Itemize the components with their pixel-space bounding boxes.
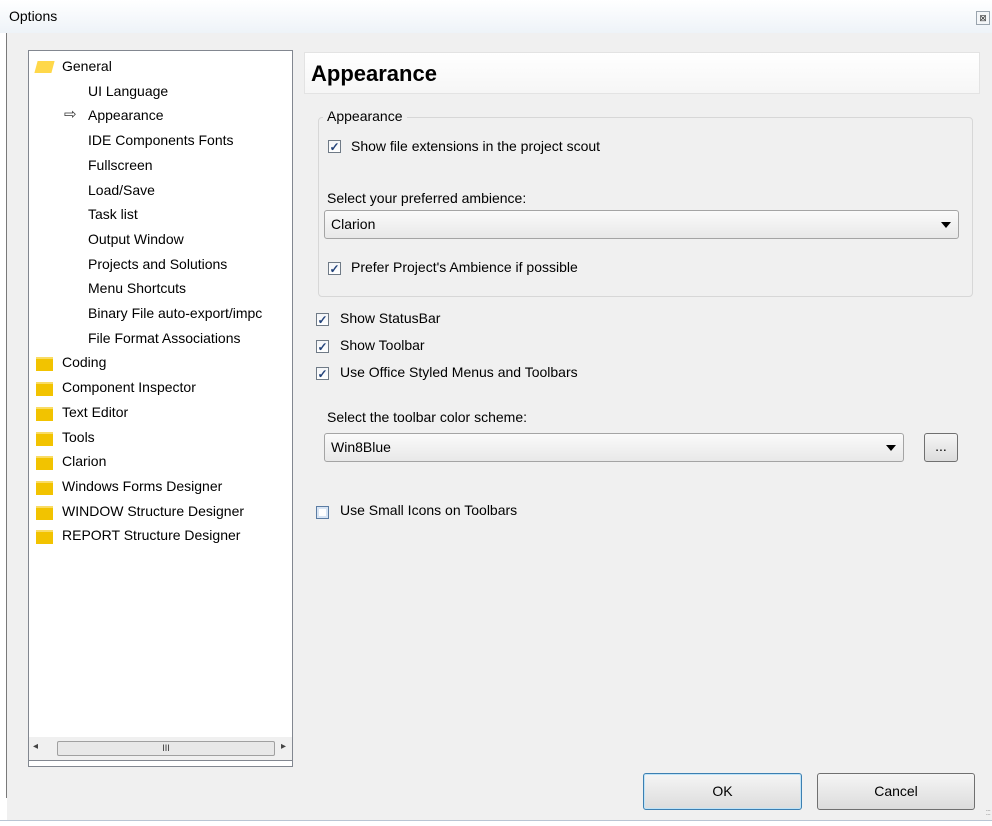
tree-item-label: REPORT Structure Designer — [62, 527, 241, 544]
chevron-down-icon — [941, 222, 951, 228]
scrollbar-thumb[interactable]: III — [57, 741, 275, 756]
tree-item-label: Component Inspector — [62, 379, 196, 396]
tree-item-label: Coding — [62, 354, 107, 371]
tree-item[interactable]: Coding — [29, 351, 292, 373]
tree-item[interactable]: General — [29, 55, 292, 77]
tree-item[interactable]: Projects and Solutions — [29, 253, 292, 275]
tree-item[interactable]: WINDOW Structure Designer — [29, 500, 292, 522]
tree-item-label: Appearance — [88, 107, 164, 124]
window-title: Options — [9, 8, 58, 24]
close-icon[interactable]: ⊠ — [976, 11, 990, 25]
tree-item-label: Task list — [88, 206, 138, 223]
tree-item[interactable]: File Format Associations — [29, 327, 292, 349]
ambience-select[interactable]: Clarion — [324, 210, 959, 239]
tree-item-label: Binary File auto-export/impc — [88, 305, 263, 321]
tree-item[interactable]: Tools — [29, 426, 292, 448]
tree-item[interactable]: Fullscreen — [29, 154, 292, 176]
scroll-right-arrow-icon[interactable]: ▸ — [281, 741, 286, 752]
folder-icon — [36, 480, 53, 495]
color-scheme-label: Select the toolbar color scheme: — [327, 409, 527, 425]
tree-item-label: UI Language — [88, 82, 169, 99]
office-styled-menus-checkbox[interactable]: ✓ — [316, 367, 329, 381]
tree-item-label: Tools — [62, 428, 95, 445]
color-scheme-select[interactable]: Win8Blue — [324, 433, 904, 462]
title-bar: Options ⊠ — [0, 0, 992, 33]
folder-open-icon — [34, 61, 55, 73]
color-scheme-select-value: Win8Blue — [331, 439, 391, 455]
options-tree[interactable]: General UI Language ⇨ Appearance IDE Compone… — [28, 50, 293, 767]
tree-item[interactable]: Windows Forms Designer — [29, 475, 292, 497]
tree-item-label: WINDOW Structure Designer — [62, 502, 245, 519]
appearance-group-label: Appearance — [323, 108, 407, 124]
ok-button[interactable]: OK — [643, 773, 802, 810]
cancel-button[interactable]: Cancel — [817, 773, 975, 810]
tree-item-label: Load/Save — [88, 181, 155, 198]
tree-item[interactable]: Output Window — [29, 228, 292, 250]
tree-item[interactable]: REPORT Structure Designer — [29, 524, 292, 546]
tree-item-label: Menu Shortcuts — [88, 280, 187, 297]
tree-item[interactable]: Clarion — [29, 450, 292, 472]
tree-item-label: Text Editor — [62, 403, 129, 420]
tree-item-label: File Format Associations — [88, 329, 241, 346]
folder-icon — [36, 456, 53, 471]
scroll-left-arrow-icon[interactable]: ◂ — [33, 741, 38, 752]
show-extensions-checkbox[interactable]: ✓ — [328, 140, 341, 154]
small-icons-label: Use Small Icons on Toolbars — [340, 502, 518, 518]
tree-item-label: General — [62, 58, 112, 74]
folder-icon — [36, 357, 53, 372]
window-frame-left — [0, 33, 7, 825]
show-toolbar-label: Show Toolbar — [340, 337, 425, 353]
tree-item[interactable]: UI Language — [29, 80, 292, 102]
page-title: Appearance — [304, 52, 980, 94]
tree-item[interactable]: Load/Save — [29, 179, 292, 201]
tree-item[interactable]: IDE Components Fonts — [29, 129, 292, 151]
show-statusbar-label: Show StatusBar — [340, 310, 441, 326]
tree-horizontal-scrollbar[interactable]: ◂ III ▸ — [28, 737, 293, 761]
tree-item-label: Fullscreen — [88, 156, 153, 173]
folder-icon — [36, 505, 53, 520]
prefer-project-ambience-checkbox[interactable]: ✓ — [328, 262, 341, 276]
tree-item[interactable]: Menu Shortcuts — [29, 277, 292, 299]
ambience-select-value: Clarion — [331, 216, 376, 232]
ambience-label: Select your preferred ambience: — [327, 190, 527, 206]
show-toolbar-checkbox[interactable]: ✓ — [316, 340, 329, 354]
tree-item[interactable]: Component Inspector — [29, 376, 292, 398]
small-icons-checkbox[interactable] — [316, 506, 329, 519]
chevron-down-icon — [886, 445, 896, 451]
tree-item[interactable]: ⇨ Appearance — [29, 104, 292, 126]
folder-icon — [36, 406, 53, 421]
show-statusbar-checkbox[interactable]: ✓ — [316, 313, 329, 327]
tree-item-label: Windows Forms Designer — [62, 477, 223, 494]
tree-item-label: Output Window — [88, 230, 184, 247]
tree-item[interactable]: Text Editor — [29, 401, 292, 423]
tree-item-label: Clarion — [62, 453, 107, 470]
resize-grip-icon[interactable]: ::: — [985, 807, 990, 817]
folder-icon — [36, 530, 53, 545]
prefer-project-ambience-label: Prefer Project's Ambience if possible — [351, 259, 578, 275]
color-scheme-browse-button[interactable]: ... — [924, 433, 958, 462]
folder-icon — [36, 431, 53, 446]
show-extensions-label: Show file extensions in the project scou… — [351, 138, 601, 154]
folder-icon — [36, 382, 53, 397]
tree-item[interactable]: Binary File auto-export/impc — [29, 302, 292, 324]
tree-item[interactable]: Task list — [29, 203, 292, 225]
office-styled-menus-label: Use Office Styled Menus and Toolbars — [340, 364, 578, 380]
tree-item-label: Projects and Solutions — [88, 255, 228, 272]
tree-item-label: IDE Components Fonts — [88, 132, 234, 149]
window-frame-bottom — [0, 820, 992, 826]
selected-arrow-icon: ⇨ — [64, 106, 77, 124]
